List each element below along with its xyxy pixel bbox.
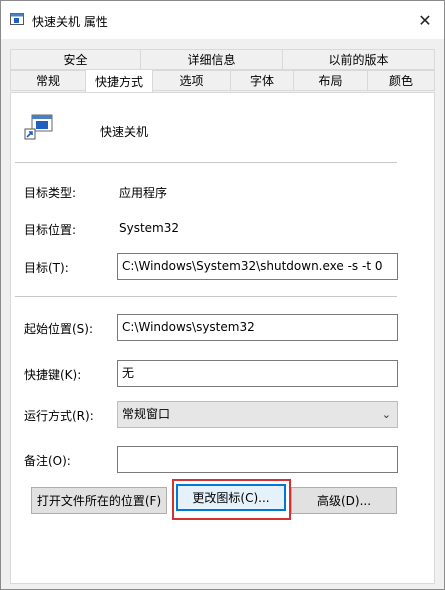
divider: [15, 162, 397, 163]
target-label: 目标(T):: [24, 261, 69, 275]
target-input[interactable]: C:\Windows\System32\shutdown.exe -s -t 0: [117, 253, 398, 280]
shortcut-icon: [24, 114, 53, 140]
run-label: 运行方式(R):: [24, 409, 94, 423]
shortcut-key-label: 快捷键(K):: [24, 368, 82, 382]
comment-input[interactable]: [117, 446, 398, 473]
tab-options[interactable]: 选项: [152, 70, 231, 91]
run-select-value: 常规窗口: [122, 407, 171, 421]
chevron-down-icon: ⌄: [381, 408, 391, 421]
divider: [15, 296, 397, 297]
window-title: 快速关机 属性: [32, 15, 108, 29]
start-in-input[interactable]: C:\Windows\system32: [117, 314, 398, 341]
shortcut-key-input[interactable]: 无: [117, 360, 398, 387]
change-icon-button[interactable]: 更改图标(C)...: [176, 484, 286, 511]
tab-font[interactable]: 字体: [230, 70, 294, 91]
target-location-label: 目标位置:: [24, 223, 77, 237]
run-select[interactable]: 常规窗口 ⌄: [117, 401, 398, 428]
advanced-button[interactable]: 高级(D)...: [291, 487, 397, 514]
tab-colors[interactable]: 颜色: [367, 70, 435, 91]
shortcut-name: 快速关机: [100, 125, 149, 139]
shortcut-app-icon: [10, 13, 24, 25]
target-type-value: 应用程序: [119, 186, 168, 200]
tab-shortcut[interactable]: 快捷方式: [85, 69, 153, 92]
close-icon: ✕: [418, 10, 432, 30]
properties-window: 快速关机 属性 ✕ 安全 详细信息 以前的版本 常规 选项 字体 布局 颜色 快…: [0, 0, 445, 590]
title-bar[interactable]: 快速关机 属性 ✕: [1, 1, 444, 39]
open-file-location-button[interactable]: 打开文件所在的位置(F): [31, 487, 167, 514]
target-type-label: 目标类型:: [24, 186, 77, 200]
start-in-label: 起始位置(S):: [24, 322, 94, 336]
comment-label: 备注(O):: [24, 454, 71, 468]
tab-details[interactable]: 详细信息: [140, 49, 283, 70]
target-location-value: System32: [119, 221, 180, 235]
tab-general[interactable]: 常规: [10, 70, 86, 91]
close-button[interactable]: ✕: [406, 1, 444, 39]
tab-previous-versions[interactable]: 以前的版本: [282, 49, 435, 70]
tab-layout[interactable]: 布局: [293, 70, 368, 91]
tab-security[interactable]: 安全: [10, 49, 141, 70]
